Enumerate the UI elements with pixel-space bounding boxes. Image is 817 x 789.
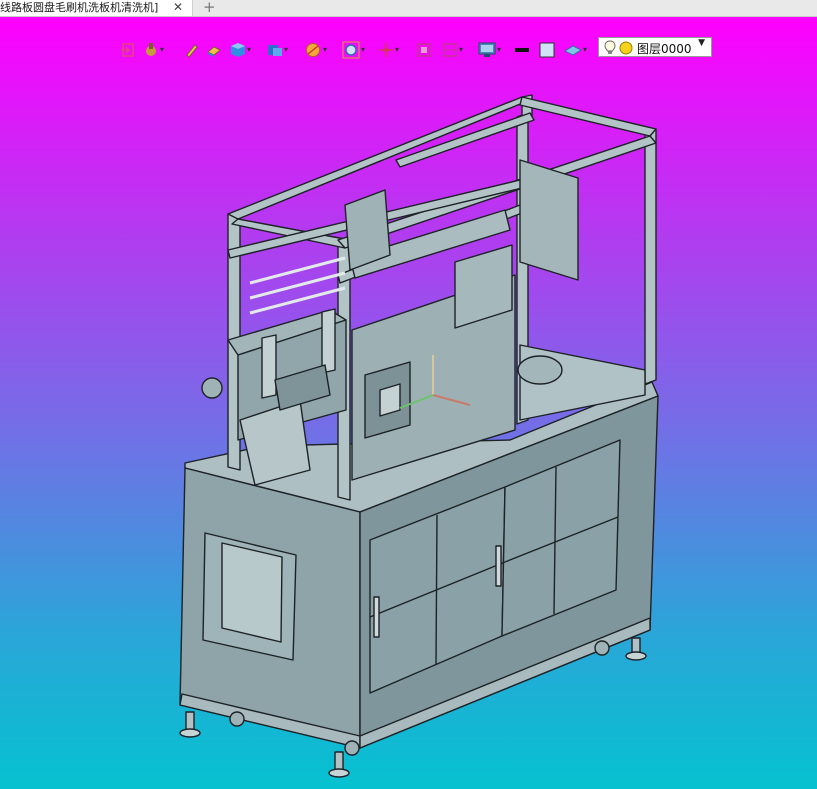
document-tab-bar: 线路板圆盘毛刷机洗板机清洗机] ✕ + xyxy=(0,0,817,17)
layer-name: 图层0000 xyxy=(637,42,692,56)
snap-icon[interactable]: ▾ xyxy=(143,41,164,59)
layer-select[interactable]: 图层0000 ▼ xyxy=(598,37,712,57)
3d-viewport[interactable]: ▾ ▾ ▾ ▾ ▾ ▾ ▾ ▾ ▾ 图层0000 ▼ xyxy=(0,17,817,789)
eraser-icon[interactable] xyxy=(206,41,222,59)
fill-color-icon[interactable] xyxy=(539,41,555,59)
render-mode-icon[interactable]: ▾ xyxy=(230,41,251,59)
exit-sketch-icon[interactable] xyxy=(120,41,136,59)
chevron-down-icon: ▾ xyxy=(459,45,464,54)
chevron-down-icon: ▾ xyxy=(395,45,400,54)
line-color-icon[interactable] xyxy=(514,41,530,59)
material-icon[interactable]: ▾ xyxy=(564,41,587,59)
document-tab[interactable]: 线路板圆盘毛刷机洗板机清洗机] ✕ xyxy=(0,0,193,16)
close-icon[interactable]: ✕ xyxy=(173,0,183,15)
chevron-down-icon: ▼ xyxy=(698,38,705,48)
document-tab-title: 线路板圆盘毛刷机洗板机清洗机] xyxy=(0,1,159,14)
chevron-down-icon: ▾ xyxy=(247,45,252,54)
new-tab-icon[interactable]: + xyxy=(203,0,216,16)
section-icon[interactable]: ▾ xyxy=(304,41,327,59)
chevron-down-icon: ▾ xyxy=(284,45,289,54)
layer-color-icon[interactable] xyxy=(619,41,633,55)
machine-3d-model xyxy=(179,94,659,778)
chevron-down-icon: ▾ xyxy=(160,45,165,54)
pan-icon[interactable]: ▾ xyxy=(378,41,399,59)
zoom-icon[interactable]: ▾ xyxy=(342,41,365,59)
chevron-down-icon: ▾ xyxy=(323,45,328,54)
chevron-down-icon: ▾ xyxy=(583,45,588,54)
view-orientation-icon[interactable]: ▾ xyxy=(267,41,288,59)
display-range-icon[interactable]: ▾ xyxy=(442,41,463,59)
zoom-window-icon[interactable] xyxy=(416,41,432,59)
chevron-down-icon: ▾ xyxy=(497,45,502,54)
lightbulb-icon[interactable] xyxy=(603,40,617,55)
monitor-icon[interactable]: ▾ xyxy=(478,41,501,59)
chevron-down-icon: ▾ xyxy=(361,45,366,54)
pen-icon[interactable] xyxy=(184,41,200,59)
